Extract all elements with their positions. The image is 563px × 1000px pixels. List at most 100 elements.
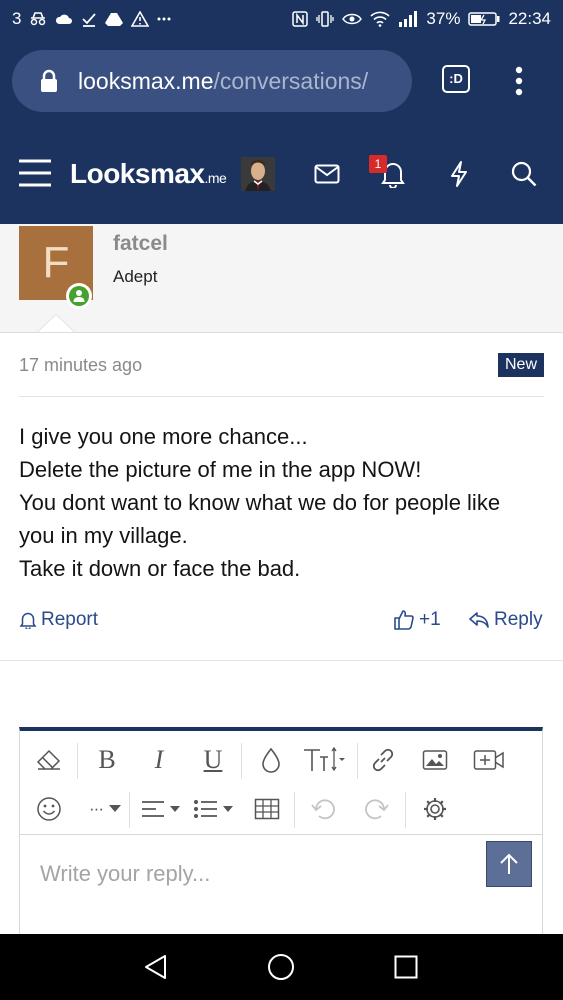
smiley-icon xyxy=(37,797,61,821)
scroll-to-top-button[interactable] xyxy=(486,841,532,887)
drive-icon xyxy=(105,13,124,26)
more-notifications-icon xyxy=(157,17,171,21)
undo-button[interactable] xyxy=(308,794,338,824)
user-avatar[interactable] xyxy=(241,157,275,191)
editor-toolbar-row-1: B I U xyxy=(20,735,542,785)
reply-button[interactable]: Reply xyxy=(468,609,543,631)
message-body: I give you one more chance... Delete the… xyxy=(19,420,549,585)
reply-textarea[interactable]: Write your reply... xyxy=(20,834,542,939)
insert-link-button[interactable] xyxy=(368,745,398,775)
whats-new-bolt-icon[interactable] xyxy=(449,160,469,188)
message-line: Take it down or face the bad. xyxy=(19,556,301,581)
reply-placeholder: Write your reply... xyxy=(40,861,211,886)
battery-percent: 37% xyxy=(426,9,461,28)
editor-settings-button[interactable] xyxy=(420,794,450,824)
toolbar-separator xyxy=(77,743,78,779)
undo-icon xyxy=(311,799,335,820)
list-button[interactable] xyxy=(192,794,236,824)
home-icon[interactable] xyxy=(267,953,295,981)
back-icon[interactable] xyxy=(143,954,169,980)
vibrate-icon xyxy=(316,11,335,27)
post-user-header: F fatcel Adept xyxy=(0,224,563,333)
hamburger-menu-icon[interactable] xyxy=(18,159,52,187)
insert-table-button[interactable] xyxy=(252,794,282,824)
toolbar-separator xyxy=(294,792,295,828)
droplet-icon xyxy=(262,747,280,773)
signal-icon xyxy=(399,11,418,27)
tabs-label: :D xyxy=(449,71,463,86)
like-count: +1 xyxy=(419,609,441,630)
incognito-icon xyxy=(31,12,46,26)
online-status-indicator xyxy=(66,283,92,309)
post-timestamp[interactable]: 17 minutes ago xyxy=(19,355,142,376)
reply-arrow-icon xyxy=(469,612,489,628)
notification-count: 3 xyxy=(12,9,22,28)
toolbar-separator xyxy=(241,743,242,779)
site-logo[interactable]: Looksmax.me xyxy=(70,158,227,190)
divider xyxy=(0,660,563,661)
italic-button[interactable]: I xyxy=(144,745,174,775)
redo-icon xyxy=(365,799,389,820)
message-pointer xyxy=(38,315,74,332)
report-bell-icon xyxy=(19,612,37,629)
like-button[interactable]: +1 xyxy=(393,609,441,631)
toolbar-separator xyxy=(357,743,358,779)
poster-username[interactable]: fatcel xyxy=(113,232,168,256)
alerts-count-badge: 1 xyxy=(369,155,387,173)
text-color-button[interactable] xyxy=(256,745,286,775)
message-line: you in my village. xyxy=(19,523,188,548)
reply-editor: B I U ··· Write your reply... xyxy=(19,727,543,939)
wifi-icon xyxy=(370,11,390,27)
font-size-button[interactable] xyxy=(302,745,346,775)
message-line: You dont want to know what we do for peo… xyxy=(19,490,501,515)
new-badge: New xyxy=(498,353,544,377)
bulleted-list-icon xyxy=(194,800,233,818)
lock-icon xyxy=(41,69,57,92)
eraser-icon xyxy=(36,749,61,770)
toolbar-separator xyxy=(129,792,130,828)
arrow-up-icon xyxy=(500,853,518,874)
font-size-icon xyxy=(304,747,345,772)
insert-media-button[interactable] xyxy=(472,745,506,775)
logo-suffix: .me xyxy=(204,170,227,186)
browser-menu-icon[interactable] xyxy=(512,66,526,96)
address-bar[interactable]: looksmax.me/conversations/ xyxy=(12,50,412,112)
recents-icon[interactable] xyxy=(394,955,418,979)
insert-smilie-button[interactable] xyxy=(34,794,64,824)
status-bar: 3 37% 22:34 xyxy=(0,0,563,38)
status-right: 37% 22:34 xyxy=(292,9,551,29)
tabs-button[interactable]: :D xyxy=(442,65,470,93)
eye-comfort-icon xyxy=(342,13,363,25)
align-button[interactable] xyxy=(140,794,184,824)
warning-icon xyxy=(131,11,150,27)
link-icon xyxy=(372,748,394,772)
logo-main: Looksmax xyxy=(70,158,205,189)
redo-button[interactable] xyxy=(362,794,392,824)
clear-formatting-button[interactable] xyxy=(34,745,64,775)
editor-toolbar-row-2: ··· xyxy=(20,784,542,834)
site-navbar: Looksmax.me xyxy=(0,132,563,224)
online-dot xyxy=(69,286,89,306)
url-host: looksmax.me xyxy=(78,68,214,94)
download-done-icon xyxy=(82,13,97,27)
report-label: Report xyxy=(41,609,99,630)
insert-image-button[interactable] xyxy=(420,745,450,775)
more-options-label: ··· xyxy=(89,799,104,818)
message-line: I give you one more chance... xyxy=(19,424,308,449)
report-link[interactable]: Report xyxy=(19,609,98,631)
video-plus-icon xyxy=(473,750,504,770)
inbox-envelope-icon[interactable] xyxy=(314,164,340,184)
caret-down-icon xyxy=(108,805,121,812)
align-left-icon xyxy=(142,801,180,817)
user-icon xyxy=(73,290,85,302)
gear-icon xyxy=(424,798,446,820)
bold-button[interactable]: B xyxy=(92,745,122,775)
thumbs-up-icon xyxy=(394,610,414,630)
search-icon[interactable] xyxy=(511,161,537,187)
poster-user-title: Adept xyxy=(113,267,158,286)
battery-icon xyxy=(468,12,500,26)
underline-button[interactable]: U xyxy=(198,745,228,775)
divider xyxy=(19,396,544,397)
status-left: 3 xyxy=(12,9,171,29)
more-options-button[interactable]: ··· xyxy=(84,794,126,824)
